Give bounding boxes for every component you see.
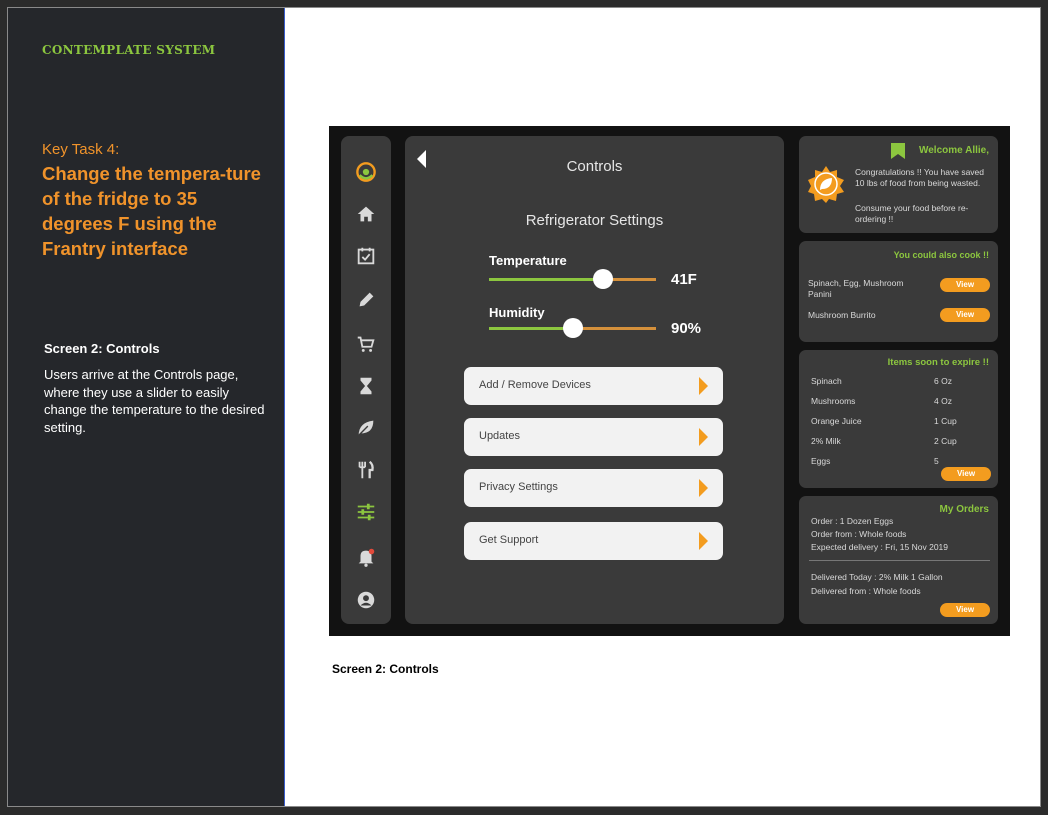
expire-item-name: Spinach [811,376,842,386]
chevron-right-icon [699,428,708,446]
temperature-value: 41F [671,271,697,288]
sidebar-nav [341,136,391,624]
updates-button[interactable]: Updates [464,418,723,456]
order-from: Order from : Whole foods [811,529,907,539]
delivered-from: Delivered from : Whole foods [811,586,921,596]
menu-label: Get Support [479,534,539,546]
my-orders-card: My Orders Order : 1 Dozen Eggs Order fro… [799,496,998,624]
cook-item: Mushroom Burrito [808,310,876,320]
user-icon[interactable] [354,588,378,612]
cook-title: You could also cook !! [893,250,989,260]
expire-item-name: Mushrooms [811,396,856,406]
pencil-icon[interactable] [354,288,378,312]
task-label: Key Task 4: [42,141,120,158]
expire-item-qty: 6 Oz [934,376,952,386]
badge-leaf-icon [808,166,844,203]
welcome-title: Welcome Allie, [918,145,989,156]
expire-item-qty: 4 Oz [934,396,952,406]
view-button[interactable]: View [940,603,990,617]
hourglass-icon[interactable] [354,374,378,398]
privacy-settings-button[interactable]: Privacy Settings [464,469,723,507]
add-remove-devices-button[interactable]: Add / Remove Devices [464,367,723,405]
orders-title: My Orders [939,504,989,515]
menu-label: Privacy Settings [479,481,558,493]
temperature-slider[interactable] [489,269,656,289]
bookmark-icon [891,143,905,159]
cart-icon[interactable] [354,332,378,356]
bell-icon[interactable] [354,545,378,569]
welcome-card: Welcome Allie, Congratulations !! You ha… [799,136,998,233]
screen-caption: Screen 2: Controls [332,662,439,676]
divider [809,560,990,561]
controls-card: Controls Refrigerator Settings Temperatu… [405,136,784,624]
view-button[interactable]: View [940,308,990,322]
chevron-right-icon [699,377,708,395]
settings-title: Refrigerator Settings [525,212,664,229]
expected-delivery: Expected delivery : Fri, 15 Nov 2019 [811,542,949,552]
chevron-right-icon [699,479,708,497]
welcome-message: Congratulations !! You have saved 10 lbs… [855,167,985,188]
expiring-items-card: Items soon to expire !! Spinach 6 Oz Mus… [799,350,998,488]
humidity-slider[interactable] [489,318,656,338]
screen-heading: Screen 2: Controls [44,341,160,356]
order-detail: Order : 1 Dozen Eggs [811,516,894,526]
expire-item-qty: 5 [934,456,939,466]
expire-item-qty: 2 Cup [934,436,957,446]
cook-suggestions-card: You could also cook !! Spinach, Egg, Mus… [799,241,998,342]
left-panel: CONTEMPLATE SYSTEM Key Task 4: Change th… [8,8,285,806]
app-mockup: Controls Refrigerator Settings Temperatu… [329,126,1010,636]
calendar-check-icon[interactable] [354,244,378,268]
humidity-slider-fill [489,327,573,330]
temperature-slider-fill [489,278,603,281]
humidity-slider-thumb[interactable] [562,318,583,338]
menu-label: Add / Remove Devices [479,379,591,391]
temperature-slider-thumb[interactable] [592,269,613,289]
cook-item: Spinach, Egg, Mushroom Panini [808,278,904,299]
delivered-today: Delivered Today : 2% Milk 1 Gallon [811,572,943,582]
brand-title: CONTEMPLATE SYSTEM [42,43,216,57]
chevron-right-icon [699,532,708,550]
welcome-tip: Consume your food before re-ordering !! [855,203,969,224]
utensils-icon[interactable] [354,458,378,482]
screen-description: Users arrive at the Controls page, where… [44,367,265,435]
expire-item-name: Eggs [811,456,831,466]
expire-item-name: Orange Juice [811,416,862,426]
view-button[interactable]: View [940,278,990,292]
expire-item-qty: 1 Cup [934,416,957,426]
humidity-label: Humidity [489,305,545,320]
document-page: CONTEMPLATE SYSTEM Key Task 4: Change th… [7,7,1041,807]
expire-item-name: 2% Milk [811,436,841,446]
home-icon[interactable] [354,202,378,226]
app-logo-icon[interactable] [352,158,380,186]
menu-label: Updates [479,430,520,442]
sliders-icon[interactable] [354,500,378,524]
task-title: Change the tempera-ture of the fridge to… [42,163,261,259]
leaf-icon[interactable] [354,416,378,440]
page-title: Controls [566,158,623,175]
view-button[interactable]: View [941,467,991,481]
temperature-label: Temperature [489,253,567,268]
humidity-value: 90% [671,320,702,337]
expire-title: Items soon to expire !! [887,357,989,368]
get-support-button[interactable]: Get Support [464,522,723,560]
